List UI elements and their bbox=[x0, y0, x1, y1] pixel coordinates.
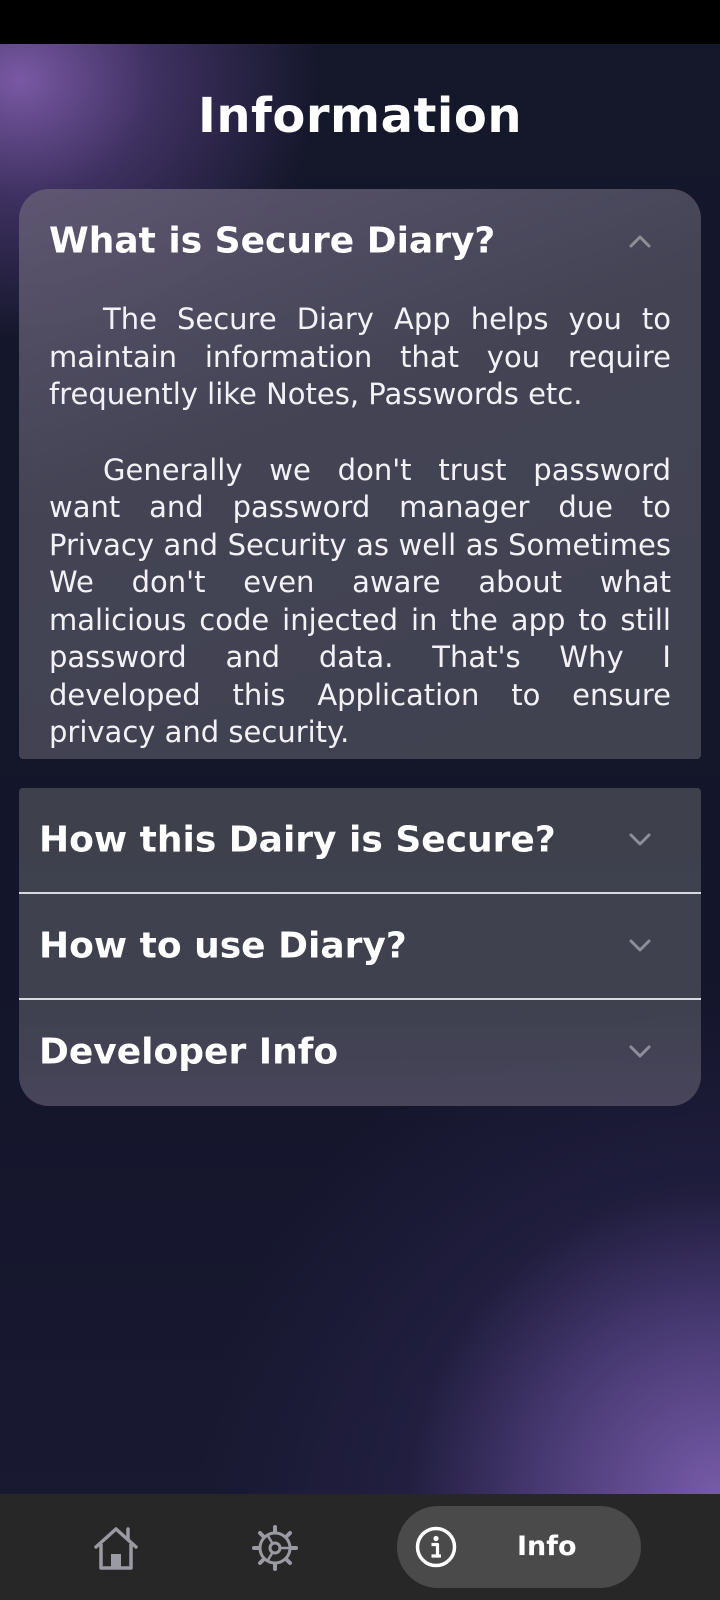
accordion-collapsed-group: How this Dairy is Secure? How to use Dia… bbox=[19, 788, 701, 1106]
body-paragraph: The Secure Diary App helps you to mainta… bbox=[49, 302, 671, 411]
chevron-down-icon bbox=[629, 935, 651, 957]
nav-info-label: Info bbox=[517, 1531, 577, 1562]
accordion-header-how-secure[interactable]: How this Dairy is Secure? bbox=[19, 788, 701, 892]
info-icon bbox=[415, 1526, 457, 1568]
bottom-navigation-bar: Info bbox=[0, 1494, 720, 1600]
body-paragraph: Generally we don't trust password want a… bbox=[49, 452, 671, 750]
status-bar bbox=[0, 0, 720, 44]
home-icon bbox=[94, 1527, 138, 1570]
chevron-down-icon bbox=[629, 1041, 651, 1063]
gear-icon bbox=[252, 1525, 298, 1571]
accordion-body: The Secure Diary App helps you to mainta… bbox=[49, 301, 671, 752]
chevron-up-icon bbox=[629, 230, 651, 252]
accordion-header-how-to-use[interactable]: How to use Diary? bbox=[19, 894, 701, 998]
page-title: Information bbox=[197, 88, 522, 144]
chevron-down-icon bbox=[629, 829, 651, 851]
accordion-title: How this Dairy is Secure? bbox=[39, 819, 556, 861]
accordion-header-developer-info[interactable]: Developer Info bbox=[19, 1000, 701, 1104]
nav-info-button[interactable]: Info bbox=[397, 1506, 641, 1588]
accordion-title: What is Secure Diary? bbox=[49, 220, 496, 262]
accordion-item-what-is-secure-diary: What is Secure Diary? The Secure Diary A… bbox=[19, 189, 701, 759]
nav-settings-button[interactable] bbox=[249, 1522, 301, 1574]
accordion-title: Developer Info bbox=[39, 1031, 339, 1073]
accordion-header-what-is-secure-diary[interactable]: What is Secure Diary? bbox=[19, 189, 701, 293]
accordion-title: How to use Diary? bbox=[39, 925, 407, 967]
nav-home-button[interactable] bbox=[90, 1524, 142, 1572]
